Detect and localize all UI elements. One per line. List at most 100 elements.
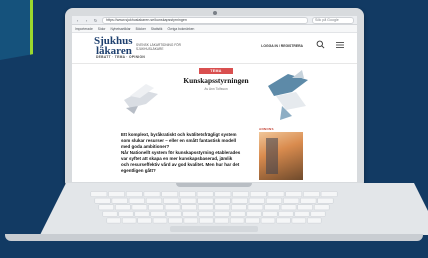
article-byline: Av Ann Tolfsson bbox=[204, 87, 228, 91]
browser-search-field[interactable]: Sök på Google bbox=[312, 16, 354, 24]
bookmark-item[interactable]: Sidor bbox=[98, 27, 106, 31]
keyboard-key bbox=[98, 204, 114, 211]
keyboard-key bbox=[285, 191, 302, 197]
keyboard-key bbox=[231, 197, 248, 204]
keyboard-key bbox=[179, 191, 196, 197]
article-title: Kunskapsstyrningen bbox=[183, 76, 249, 85]
hero-illustration-right bbox=[268, 70, 308, 120]
keyboard-key bbox=[102, 211, 118, 217]
keyboard-key bbox=[303, 191, 320, 197]
keyboard-key bbox=[276, 217, 291, 224]
keyboard bbox=[90, 191, 338, 224]
keyboard-key bbox=[262, 211, 278, 217]
keyboard-key bbox=[152, 217, 168, 224]
keyboard-key bbox=[280, 204, 297, 211]
keyboard-key bbox=[150, 211, 166, 217]
keyboard-key bbox=[197, 197, 214, 204]
forward-arrow-icon[interactable]: › bbox=[84, 18, 89, 23]
bookmark-item[interactable]: Nyhetsartiklar bbox=[110, 27, 130, 31]
login-link[interactable]: LOGGA IN / REGISTRERA bbox=[261, 44, 303, 48]
keyboard-key bbox=[214, 197, 231, 204]
bookmark-item[interactable]: Statistik bbox=[151, 27, 163, 31]
bookmark-item[interactable]: Böcker bbox=[136, 27, 146, 31]
site-logo[interactable]: Sjukhus läkaren bbox=[94, 36, 133, 57]
keyboard-key bbox=[146, 197, 162, 204]
keyboard-key bbox=[118, 211, 134, 217]
keyboard-key bbox=[161, 191, 178, 197]
keyboard-key bbox=[106, 217, 121, 224]
keyboard-key bbox=[108, 191, 125, 197]
keyboard-key bbox=[126, 191, 143, 197]
hero-illustration-left bbox=[124, 84, 158, 114]
keyboard-key bbox=[317, 197, 334, 204]
search-icon[interactable] bbox=[316, 40, 325, 49]
keyboard-key bbox=[232, 191, 249, 197]
keyboard-key bbox=[267, 191, 285, 197]
keyboard-key bbox=[300, 197, 317, 204]
bookmark-item[interactable]: Övriga bokmärken bbox=[167, 27, 194, 31]
keyboard-key bbox=[214, 204, 230, 211]
keyboard-key bbox=[264, 204, 280, 211]
keyboard-key bbox=[307, 217, 322, 224]
keyboard-key bbox=[310, 211, 326, 217]
laptop-screen: ‹ › ↻ https://www.sjukhuslakaren.se/kuns… bbox=[72, 16, 357, 182]
keyboard-key bbox=[94, 197, 111, 204]
trackpad bbox=[170, 226, 258, 232]
section-nav[interactable]: DEBATT · TEMA · OPINION bbox=[96, 55, 145, 59]
keyboard-key bbox=[291, 217, 306, 224]
url-field[interactable]: https://www.sjukhuslakaren.se/kunskapsst… bbox=[102, 16, 308, 24]
browser-toolbar: ‹ › ↻ https://www.sjukhuslakaren.se/kuns… bbox=[72, 16, 357, 25]
laptop-lid: ‹ › ↻ https://www.sjukhuslakaren.se/kuns… bbox=[65, 8, 364, 184]
camera-icon bbox=[213, 11, 217, 15]
keyboard-key bbox=[183, 217, 198, 224]
keyboard-key bbox=[115, 204, 131, 211]
keyboard-key bbox=[199, 217, 214, 224]
keyboard-key bbox=[314, 204, 330, 211]
menu-icon[interactable] bbox=[336, 42, 344, 48]
keyboard-key bbox=[283, 197, 300, 204]
keyboard-key bbox=[320, 191, 338, 197]
keyboard-key bbox=[143, 191, 161, 197]
bookmarks-bar: Importerade Sidor Nyhetsartiklar Böcker Stat… bbox=[72, 25, 357, 33]
keyboard-key bbox=[111, 197, 128, 204]
keyboard-key bbox=[148, 204, 164, 211]
keyboard-key bbox=[196, 191, 214, 197]
keyboard-key bbox=[247, 204, 264, 211]
keyboard-key bbox=[214, 217, 229, 224]
keyboard-key bbox=[163, 197, 180, 204]
keyboard-key bbox=[90, 191, 108, 197]
site-tagline: SVENSK LÄKARTIDNING FÖR SJUKHUSLÄKARE bbox=[136, 43, 181, 51]
keyboard-key bbox=[246, 211, 262, 217]
keyboard-key bbox=[134, 211, 150, 217]
keyboard-key bbox=[214, 211, 230, 217]
keyboard-key bbox=[260, 217, 276, 224]
keyboard-key bbox=[230, 217, 245, 224]
keyboard-key bbox=[278, 211, 294, 217]
back-arrow-icon[interactable]: ‹ bbox=[75, 18, 80, 23]
keyboard-key bbox=[164, 204, 181, 211]
keyboard-key bbox=[214, 191, 232, 197]
keyboard-key bbox=[230, 211, 246, 217]
keyboard-key bbox=[198, 211, 214, 217]
keyboard-key bbox=[181, 204, 197, 211]
keyboard-key bbox=[180, 197, 197, 204]
keyboard-key bbox=[168, 217, 183, 224]
article-tag[interactable]: TEMA bbox=[199, 68, 233, 74]
keyboard-key bbox=[131, 204, 148, 211]
keyboard-key bbox=[231, 204, 247, 211]
site-header: Sjukhus läkaren SVENSK LÄKARTIDNING FÖR … bbox=[72, 33, 357, 64]
keyboard-key bbox=[248, 197, 265, 204]
keyboard-key bbox=[250, 191, 267, 197]
keyboard-key bbox=[137, 217, 152, 224]
bookmark-item[interactable]: Importerade bbox=[75, 27, 93, 31]
keyboard-key bbox=[297, 204, 313, 211]
keyboard-key bbox=[245, 217, 260, 224]
keyboard-key bbox=[128, 197, 145, 204]
keyboard-key bbox=[198, 204, 214, 211]
article-hero: TEMA Kunskapsstyrningen Av Ann Tolfsson bbox=[72, 64, 357, 126]
keyboard-key bbox=[294, 211, 310, 217]
reload-icon[interactable]: ↻ bbox=[93, 18, 98, 23]
keyboard-key bbox=[122, 217, 137, 224]
laptop-hinge bbox=[176, 183, 252, 187]
keyboard-key bbox=[166, 211, 182, 217]
